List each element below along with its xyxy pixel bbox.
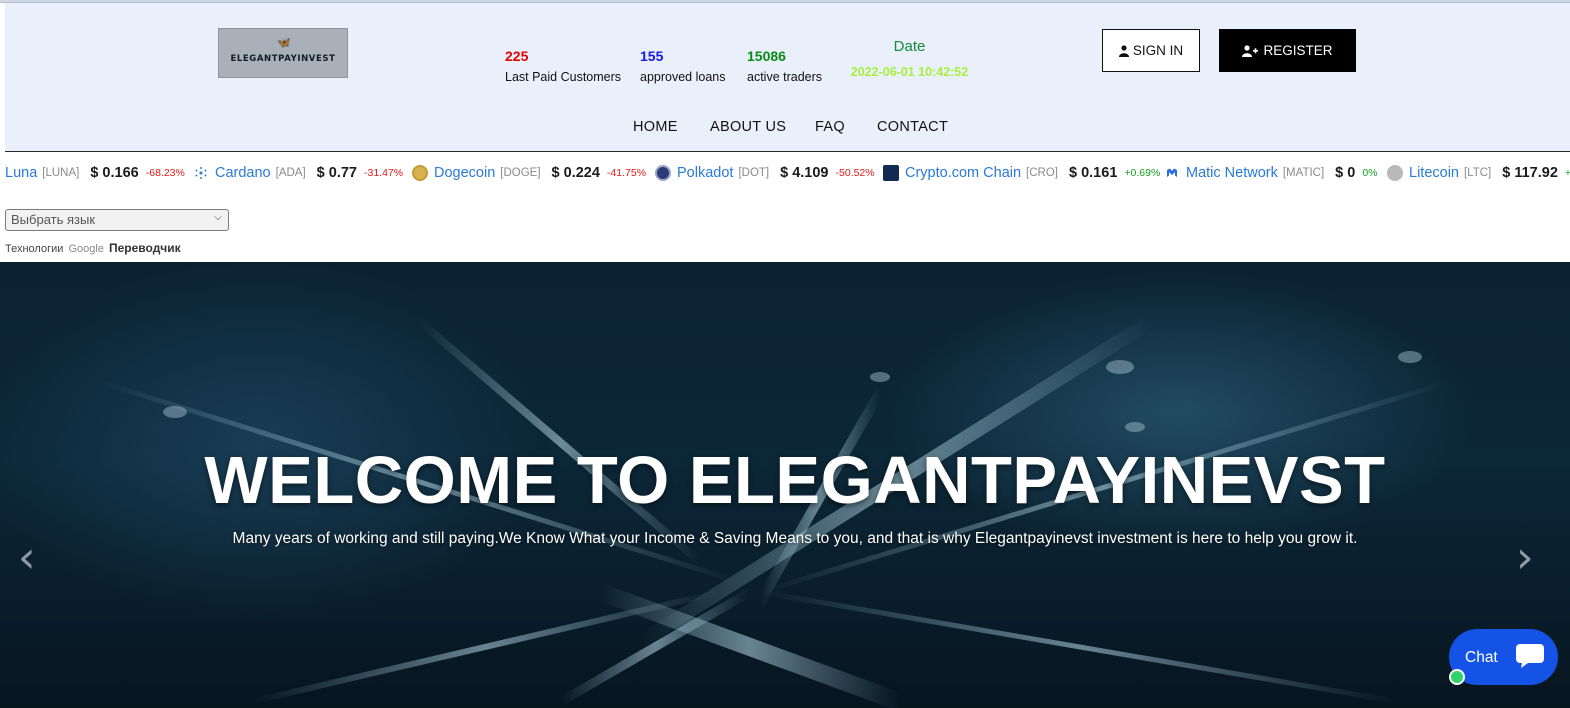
ticker-item-cro[interactable]: Crypto.com Chain [CRO] $ 0.161 +0.69%: [883, 162, 1160, 184]
date-value: 2022-06-01 10:42:52: [850, 65, 969, 79]
butterfly-logo-icon: 🦋: [277, 36, 291, 49]
coin-name: Polkadot: [677, 165, 734, 181]
coin-symbol: [DOGE]: [500, 167, 541, 179]
date-title: Date: [893, 38, 926, 55]
coin-change: -50.52%: [835, 167, 875, 179]
matic-icon: [1167, 168, 1177, 177]
coin-name: Litecoin: [1409, 165, 1459, 181]
coin-price: $ 0.161: [1069, 165, 1118, 181]
user-plus-icon: [1242, 44, 1259, 57]
ticker-item-polkadot[interactable]: Polkadot [DOT] $ 4.109 -50.52%: [655, 162, 875, 184]
stat-label: Last Paid Customers: [505, 70, 622, 84]
language-select[interactable]: Выбрать язык ⌵: [5, 209, 229, 231]
chat-widget-button[interactable]: Chat: [1449, 629, 1558, 685]
nav-home[interactable]: HOME: [633, 119, 678, 135]
stat-label: approved loans: [640, 70, 726, 84]
nav-faq[interactable]: FAQ: [815, 119, 845, 135]
stat-label: active traders: [747, 70, 823, 84]
ticker-item-dogecoin[interactable]: Dogecoin [DOGE] $ 0.224 -41.75%: [412, 162, 646, 184]
hero-banner: WELCOME TO ELEGANTPAYINEVST Many years o…: [0, 262, 1570, 708]
cro-icon: [883, 165, 899, 181]
language-select-value: Выбрать язык: [11, 212, 96, 227]
coin-change: +0.69%: [1124, 167, 1161, 179]
polkadot-icon: [655, 165, 671, 181]
crypto-ticker: Luna [LUNA] $ 0.166 -68.23% Cardano [ADA…: [0, 162, 1570, 184]
coin-name: Luna: [5, 165, 38, 181]
site-logo[interactable]: 🦋 ELEGANTPAYINVEST: [218, 28, 348, 78]
ticker-item-matic[interactable]: Matic Network [MATIC] $ 0 0%: [1164, 162, 1378, 184]
hero-subtitle: Many years of working and still paying.W…: [232, 530, 1358, 547]
translate-label: Переводчик: [109, 241, 181, 255]
coin-change: 0%: [1362, 167, 1378, 179]
google-translate-credit: Технологии Google Переводчик: [5, 241, 181, 255]
chat-bubble-icon: [1516, 644, 1544, 668]
register-label: REGISTER: [1263, 43, 1333, 58]
coin-price: $ 0.166: [90, 165, 139, 181]
carousel-prev-icon[interactable]: ‹: [18, 532, 36, 583]
coin-price: $ 0.224: [551, 165, 600, 181]
coin-symbol: [LUNA]: [42, 167, 80, 179]
coin-change: -41.75%: [606, 167, 647, 179]
stat-approved-loans: 155 approved loans: [640, 48, 725, 84]
carousel-next-icon[interactable]: ›: [1516, 532, 1534, 583]
register-button[interactable]: REGISTER: [1219, 29, 1356, 72]
stat-paid-customers: 225 Last Paid Customers: [505, 48, 621, 84]
coin-symbol: [MATIC]: [1282, 167, 1325, 179]
dogecoin-icon: [412, 165, 428, 181]
coin-symbol: [LTC]: [1463, 167, 1492, 179]
stat-value: 155: [640, 48, 664, 64]
user-icon: [1118, 44, 1129, 57]
hero-title: WELCOME TO ELEGANTPAYINEVST: [204, 443, 1386, 518]
coin-symbol: [ADA]: [275, 167, 306, 179]
cardano-icon: [195, 167, 207, 179]
litecoin-icon: [1387, 165, 1403, 181]
powered-prefix: Технологии: [5, 243, 64, 255]
ticker-item-litecoin[interactable]: Litecoin [LTC] $ 117.92 +: [1387, 162, 1570, 184]
nav-contact[interactable]: CONTACT: [877, 119, 948, 135]
coin-symbol: [DOT]: [738, 167, 770, 179]
google-logo[interactable]: Google: [68, 243, 103, 255]
coin-change: -31.47%: [364, 167, 404, 179]
online-status-dot: [1449, 669, 1465, 685]
coin-name: Matic Network: [1186, 165, 1278, 181]
coin-symbol: [CRO]: [1026, 167, 1058, 179]
chat-label: Chat: [1465, 649, 1498, 666]
nav-about-us[interactable]: ABOUT US: [710, 119, 786, 135]
ticker-item-cardano[interactable]: Cardano [ADA] $ 0.77 -31.47%: [193, 162, 403, 184]
coin-price: $ 117.92: [1502, 165, 1558, 181]
coin-name: Cardano: [215, 165, 271, 181]
main-nav: HOME ABOUT US FAQ CONTACT: [5, 119, 1570, 139]
coin-change: -68.23%: [145, 167, 185, 179]
coin-name: Crypto.com Chain: [905, 165, 1022, 181]
ticker-item-luna[interactable]: Luna [LUNA] $ 0.166 -68.23%: [5, 162, 185, 184]
stat-value: 225: [505, 48, 529, 64]
chevron-down-icon: ⌵: [214, 212, 222, 223]
coin-change: +: [1564, 167, 1570, 179]
site-header: 🦋 ELEGANTPAYINVEST 225 Last Paid Custome…: [5, 3, 1570, 152]
logo-text: ELEGANTPAYINVEST: [230, 54, 336, 64]
coin-price: $ 0: [1335, 165, 1356, 181]
date-block: Date 2022-06-01 10:42:52: [847, 38, 972, 79]
sign-in-button[interactable]: SIGN IN: [1102, 29, 1200, 72]
sign-in-label: SIGN IN: [1132, 43, 1184, 58]
coin-name: Dogecoin: [434, 165, 496, 181]
stat-active-traders: 15086 active traders: [747, 48, 822, 84]
coin-price: $ 0.77: [316, 165, 357, 181]
stat-value: 15086: [747, 48, 786, 64]
coin-price: $ 4.109: [780, 165, 829, 181]
